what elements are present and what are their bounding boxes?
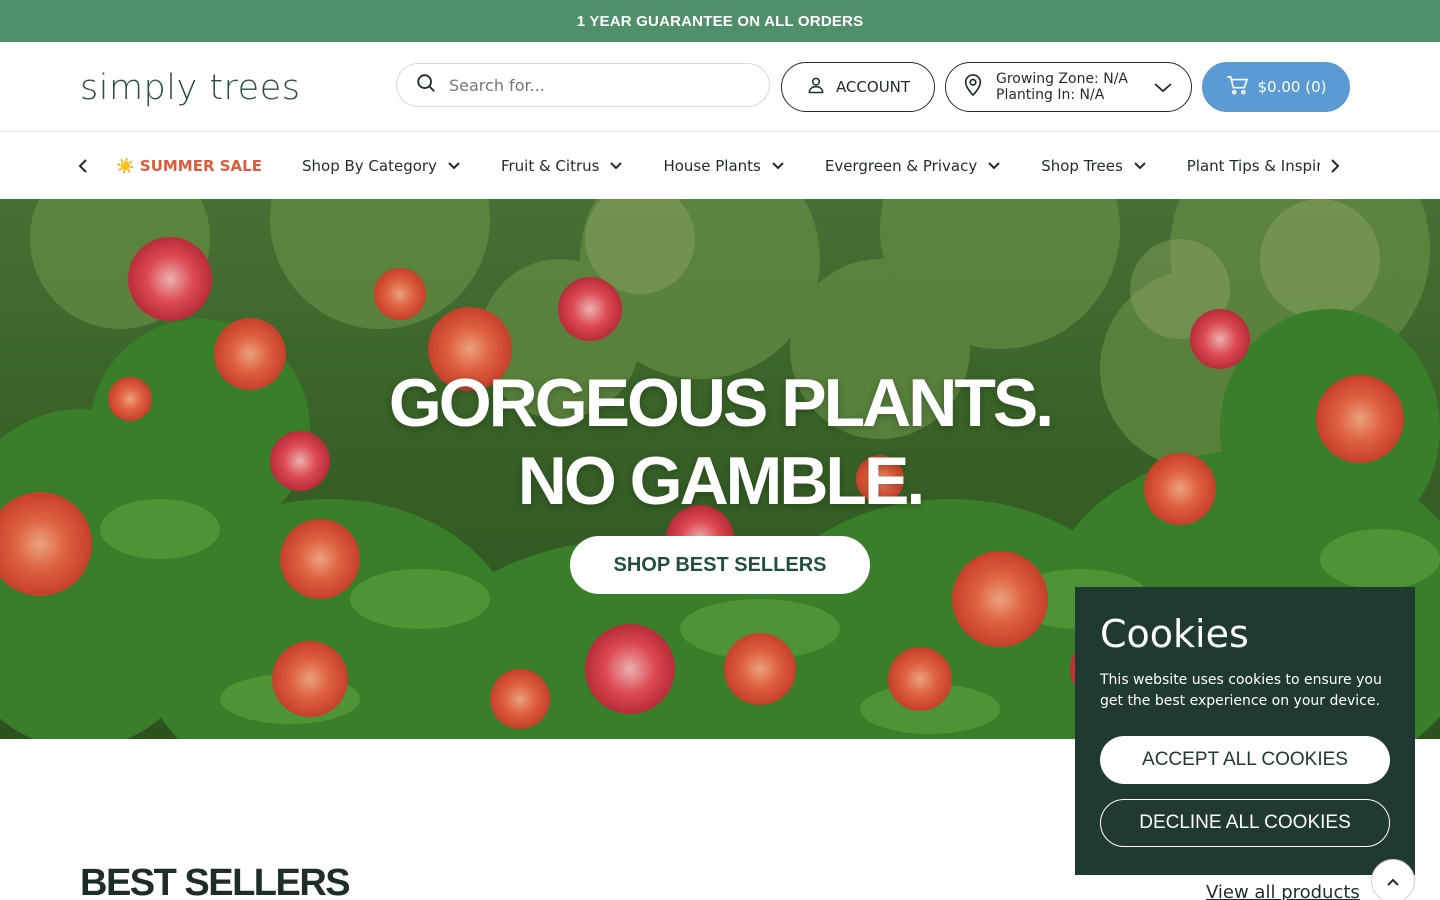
- nav-item-summer-sale[interactable]: ☀️ SUMMER SALE: [116, 157, 262, 175]
- logo[interactable]: simply trees: [80, 68, 300, 108]
- shop-best-sellers-button[interactable]: SHOP BEST SELLERS: [570, 536, 870, 594]
- nav-item-label: Evergreen & Privacy: [824, 156, 978, 175]
- nav-item-shop-by-category[interactable]: Shop By Category: [302, 157, 461, 175]
- nav-next-icon[interactable]: [1325, 156, 1345, 176]
- cookie-title: Cookies: [1100, 612, 1249, 656]
- scroll-to-top-button[interactable]: [1371, 859, 1415, 900]
- nav-item-label: Shop By Category: [301, 156, 437, 175]
- chevron-down-icon: [987, 157, 1001, 175]
- hero-title-line-2: NO GAMBLE.: [517, 443, 925, 519]
- search-input[interactable]: [449, 75, 729, 95]
- site-header: simply trees ACCOUNT Growing Zone: N/A P…: [0, 42, 1440, 132]
- account-label: ACCOUNT: [835, 78, 911, 96]
- cookie-banner: Cookies This website uses cookies to ens…: [1075, 587, 1415, 875]
- nav-item-label: House Plants: [663, 156, 761, 175]
- chevron-up-icon: [1386, 872, 1400, 891]
- nav-item-label: Plant Tips & Inspiration: [1186, 156, 1320, 175]
- hero-title-line-1: GORGEOUS PLANTS.: [388, 365, 1054, 441]
- chevron-down-icon: [447, 157, 461, 175]
- chevron-down-icon: [609, 157, 623, 175]
- accept-cookies-button[interactable]: ACCEPT ALL COOKIES: [1100, 736, 1390, 784]
- chevron-down-icon: [1133, 157, 1147, 175]
- nav-item-evergreen-privacy[interactable]: Evergreen & Privacy: [825, 157, 1001, 175]
- main-nav: ☀️ SUMMER SALE Shop By Category Fruit & …: [0, 132, 1440, 199]
- nav-item-label: Fruit & Citrus: [500, 156, 600, 175]
- search-bar[interactable]: [396, 63, 770, 107]
- search-icon[interactable]: [415, 72, 437, 98]
- cookie-text: This website uses cookies to ensure you …: [1100, 672, 1382, 709]
- cart-button[interactable]: $0.00 (0): [1202, 62, 1350, 112]
- nav-item-house-plants[interactable]: House Plants: [663, 157, 784, 175]
- cart-icon: [1226, 75, 1248, 99]
- nav-item-label: Shop Trees: [1041, 156, 1123, 175]
- account-button[interactable]: ACCOUNT: [781, 62, 935, 112]
- zone-text: Growing Zone: N/A Planting In: N/A: [996, 71, 1128, 103]
- planting-in-value: Planting In: N/A: [996, 87, 1105, 103]
- best-sellers-title: BEST SELLERS: [80, 862, 351, 900]
- location-pin-icon: [962, 73, 984, 101]
- growing-zone-value: Growing Zone: N/A: [996, 71, 1128, 87]
- nav-prev-icon[interactable]: [73, 156, 93, 176]
- decline-cookies-button[interactable]: DECLINE ALL COOKIES: [1100, 799, 1390, 847]
- growing-zone-selector[interactable]: Growing Zone: N/A Planting In: N/A: [945, 62, 1192, 112]
- nav-item-fruit-citrus[interactable]: Fruit & Citrus: [501, 157, 624, 175]
- nav-item-shop-trees[interactable]: Shop Trees: [1041, 157, 1147, 175]
- nav-item-plant-tips[interactable]: Plant Tips & Inspiration: [1187, 157, 1320, 175]
- view-all-products-link[interactable]: View all products: [1206, 882, 1360, 900]
- chevron-down-icon: [1153, 79, 1173, 99]
- nav-items: ☀️ SUMMER SALE Shop By Category Fruit & …: [116, 132, 1320, 199]
- announcement-text: 1 YEAR GUARANTEE ON ALL ORDERS: [576, 12, 864, 30]
- nav-item-label: ☀️ SUMMER SALE: [116, 156, 262, 175]
- cart-label: $0.00 (0): [1257, 78, 1327, 96]
- chevron-down-icon: [771, 157, 785, 175]
- announcement-bar: 1 YEAR GUARANTEE ON ALL ORDERS: [0, 0, 1440, 42]
- user-icon: [806, 75, 826, 99]
